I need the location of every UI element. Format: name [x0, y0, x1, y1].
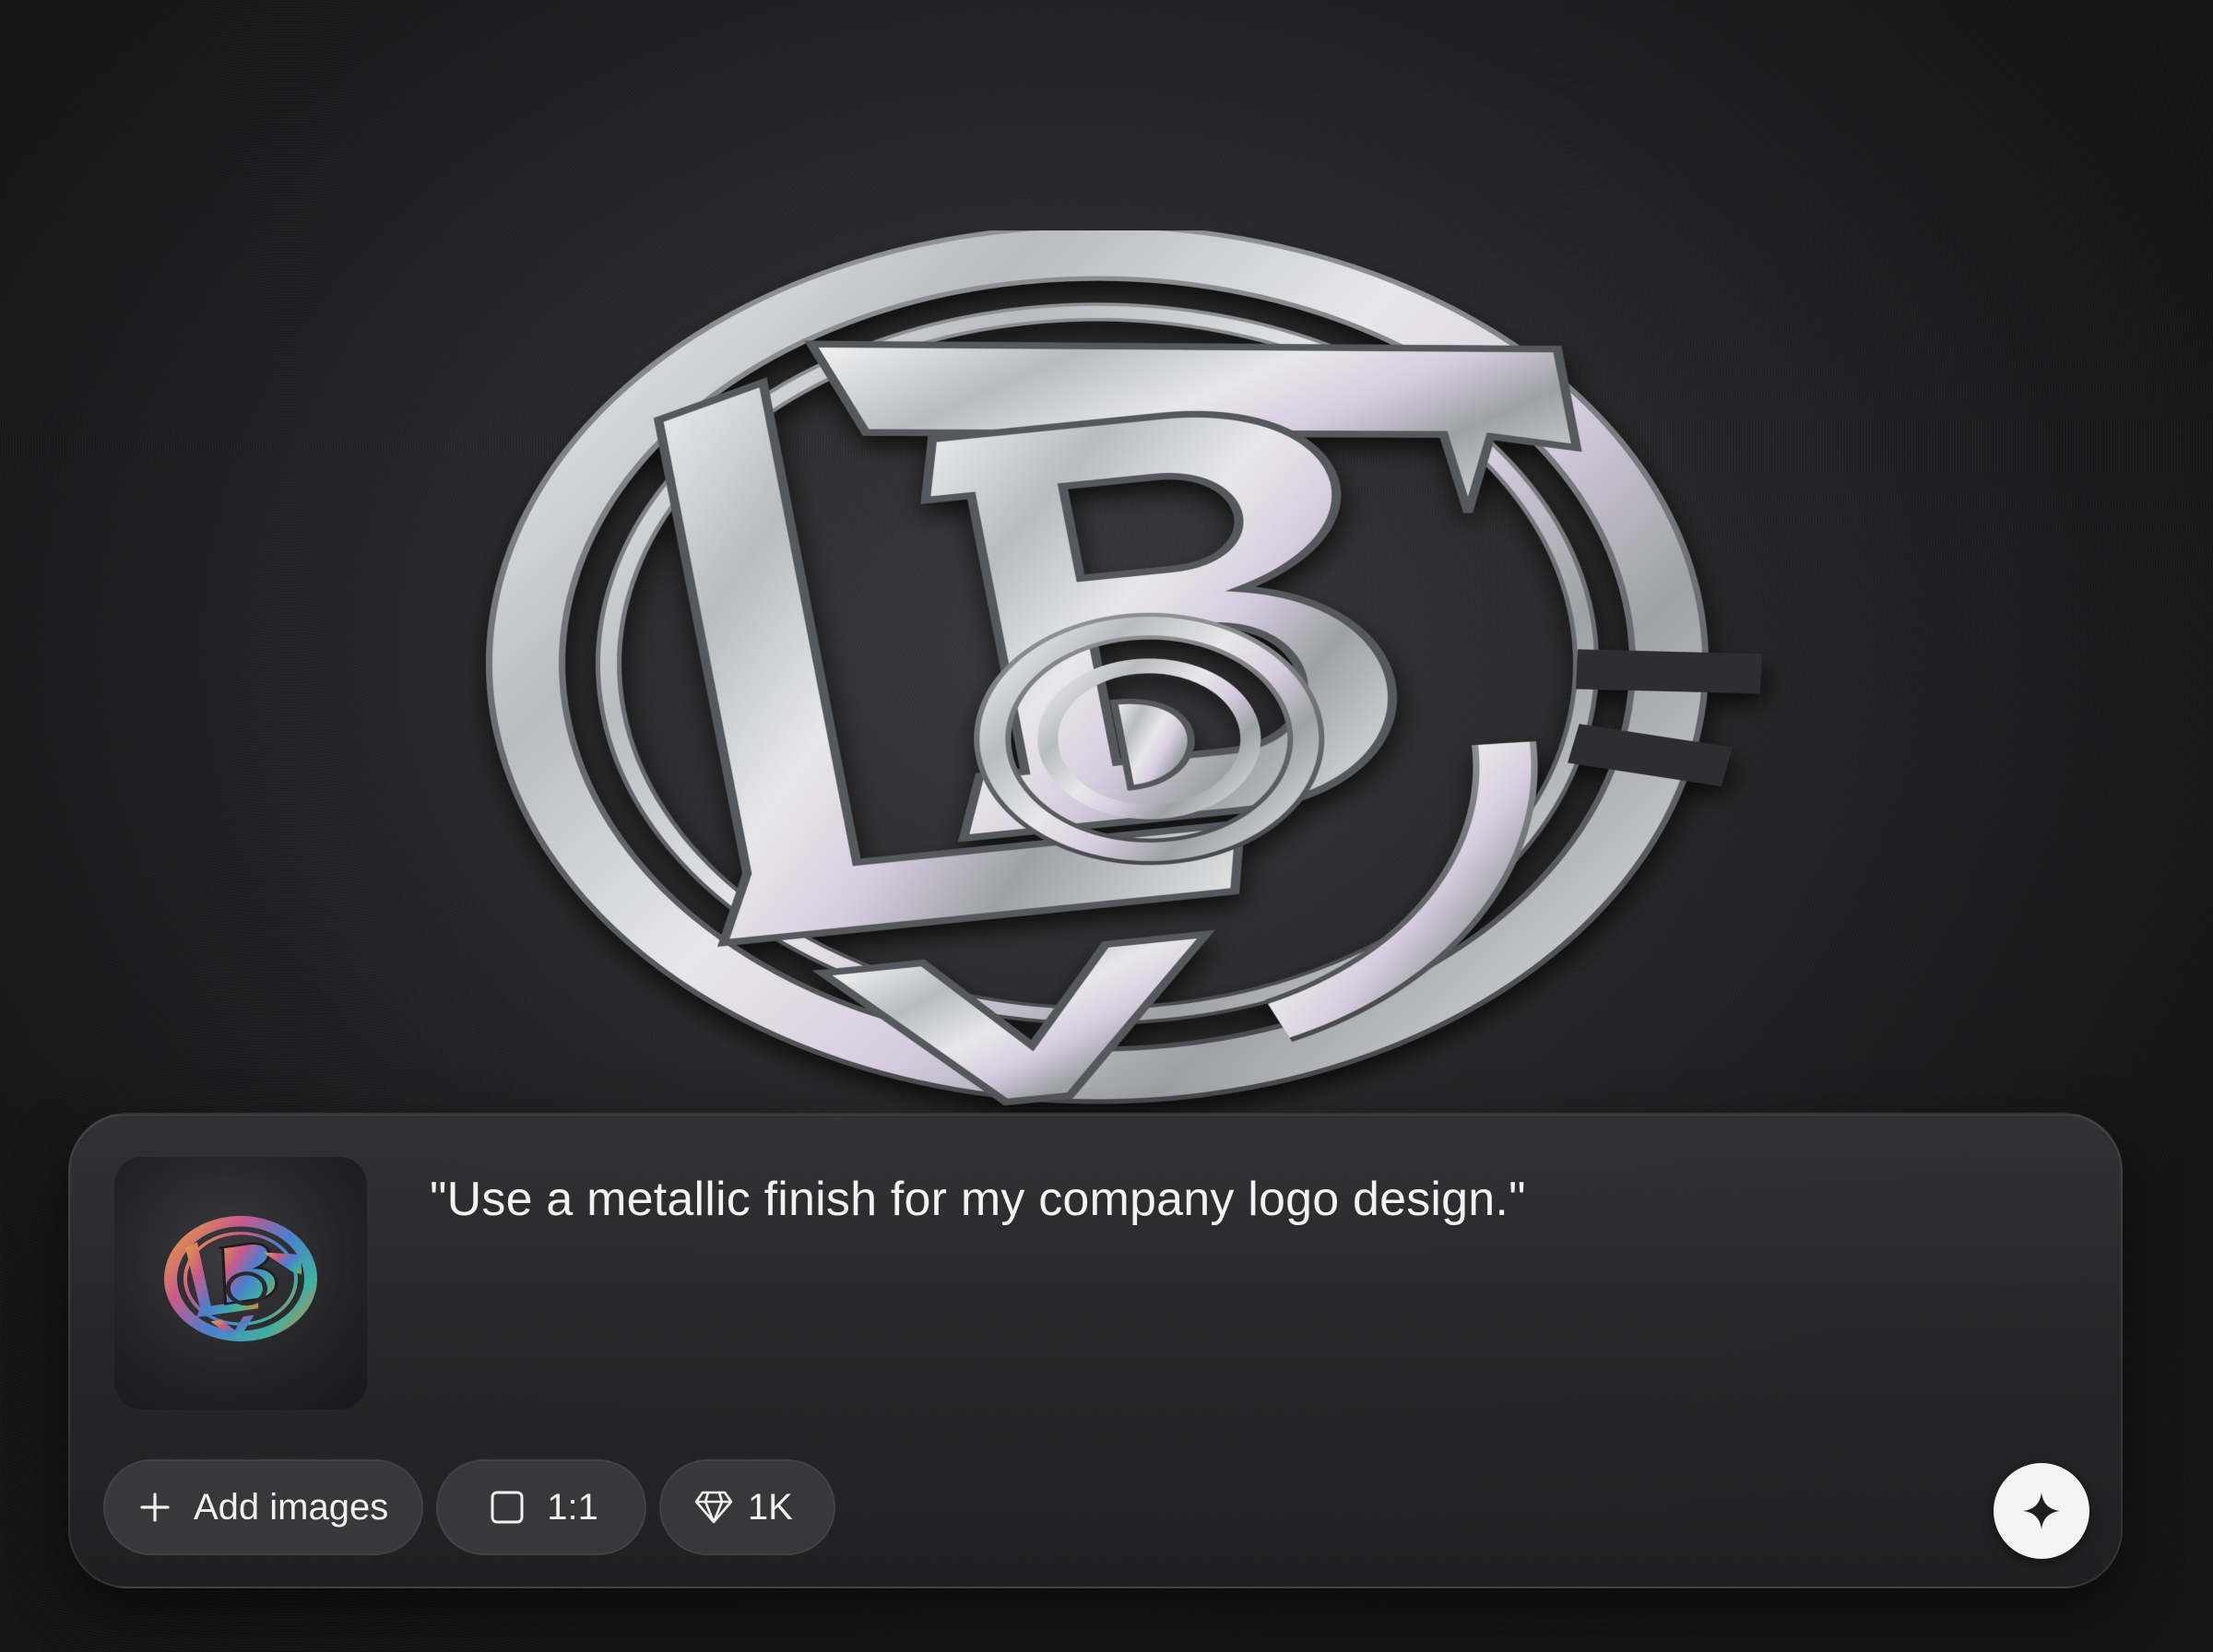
generated-image-canvas: "Use a metallic finish for my company lo…: [0, 0, 2213, 1652]
plus-icon: [140, 1493, 170, 1522]
metallic-logo-emblem: [486, 230, 1762, 1106]
add-images-button[interactable]: Add images: [103, 1459, 424, 1555]
sparkle-icon: [2023, 1493, 2060, 1529]
composer-options-bar: Add images 1:1 1K: [103, 1459, 835, 1555]
resolution-button[interactable]: 1K: [658, 1459, 835, 1555]
aspect-ratio-label: 1:1: [547, 1486, 598, 1528]
prompt-text[interactable]: "Use a metallic finish for my company lo…: [430, 1170, 2053, 1229]
reference-image-thumbnail[interactable]: [114, 1157, 367, 1410]
diamond-icon: [694, 1491, 733, 1524]
prompt-composer: "Use a metallic finish for my company lo…: [68, 1113, 2123, 1588]
resolution-label: 1K: [747, 1486, 793, 1528]
generate-button[interactable]: [1994, 1463, 2089, 1559]
square-icon: [491, 1491, 524, 1524]
add-images-label: Add images: [194, 1486, 389, 1528]
colorful-logo-reference-image: [164, 1215, 317, 1342]
aspect-ratio-button[interactable]: 1:1: [436, 1459, 646, 1555]
